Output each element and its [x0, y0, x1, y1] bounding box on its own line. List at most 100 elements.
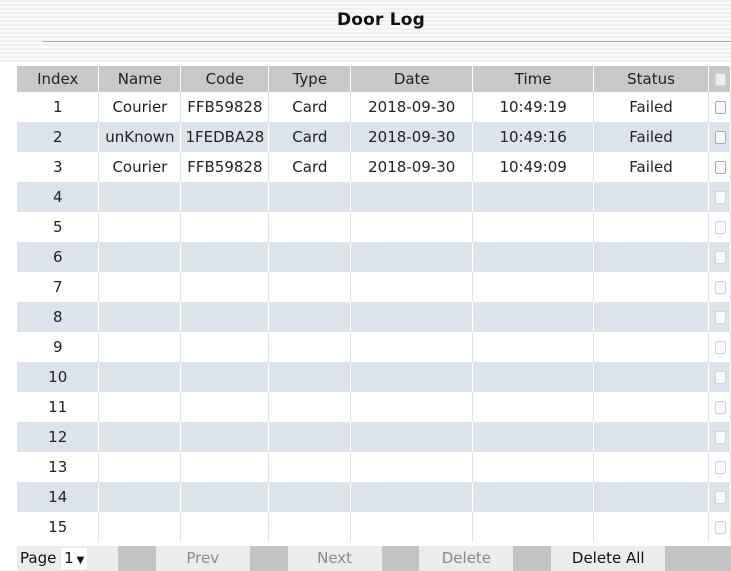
table-row[interactable]: 13 [17, 452, 731, 482]
cell-code [180, 482, 270, 512]
cell-date [350, 362, 474, 392]
row-select-cell [708, 482, 731, 512]
cell-time: 10:49:19 [472, 92, 595, 122]
row-checkbox[interactable] [714, 311, 726, 324]
cell-time [472, 242, 595, 272]
cell-date [350, 182, 474, 212]
table-row[interactable]: 1 Courier FFB59828 Card 2018-09-30 10:49:19 Fa… [17, 92, 731, 122]
title-divider [42, 41, 731, 42]
cell-status [593, 242, 709, 272]
cell-code: FFB59828 [180, 92, 270, 122]
cell-code [180, 302, 270, 332]
cell-status [593, 482, 709, 512]
cell-time [472, 482, 595, 512]
table-row[interactable]: 14 [17, 482, 731, 512]
cell-status [593, 422, 709, 452]
cell-index: 1 [17, 92, 100, 122]
cell-time [472, 452, 595, 482]
cell-code [180, 242, 270, 272]
select-all-checkbox[interactable] [714, 73, 726, 86]
row-checkbox[interactable] [714, 281, 726, 294]
table-row[interactable]: 15 [17, 512, 731, 542]
row-checkbox[interactable] [714, 221, 726, 234]
row-checkbox[interactable] [714, 371, 726, 384]
column-header-date[interactable]: Date [350, 66, 474, 92]
row-checkbox[interactable] [714, 401, 726, 414]
cell-status [593, 182, 709, 212]
cell-code: FFB59828 [180, 152, 270, 182]
table-row[interactable]: 2 unKnown 1FEDBA28 Card 2018-09-30 10:49:16 Fa… [17, 122, 731, 152]
table-row[interactable]: 3 Courier FFB59828 Card 2018-09-30 10:49:09 Fa… [17, 152, 731, 182]
row-checkbox[interactable] [714, 491, 726, 504]
cell-name [98, 362, 182, 392]
cell-type [268, 452, 352, 482]
table-row[interactable]: 11 [17, 392, 731, 422]
row-select-cell [708, 182, 731, 212]
cell-code [180, 452, 270, 482]
column-header-name[interactable]: Name [98, 66, 182, 92]
row-select-cell [708, 92, 731, 122]
cell-time [472, 362, 595, 392]
cell-type [268, 302, 352, 332]
row-select-cell [708, 242, 731, 272]
cell-name [98, 422, 182, 452]
cell-time [472, 302, 595, 332]
table-row[interactable]: 4 [17, 182, 731, 212]
cell-name: Courier [98, 152, 182, 182]
row-checkbox[interactable] [714, 431, 726, 444]
delete-all-button[interactable]: Delete All [551, 546, 666, 571]
footer-spacer [117, 546, 156, 571]
cell-status: Failed [593, 152, 709, 182]
cell-type [268, 212, 352, 242]
cell-name [98, 302, 182, 332]
table-row[interactable]: 6 [17, 242, 731, 272]
row-checkbox[interactable] [714, 521, 726, 534]
column-header-index[interactable]: Index [17, 66, 100, 92]
column-header-status[interactable]: Status [593, 66, 709, 92]
delete-button[interactable]: Delete [419, 546, 514, 571]
cell-name: unKnown [98, 122, 182, 152]
cell-type [268, 362, 352, 392]
table-row[interactable]: 7 [17, 272, 731, 302]
table-row[interactable]: 8 [17, 302, 731, 332]
cell-index: 10 [17, 362, 100, 392]
next-button[interactable]: Next [287, 546, 382, 571]
table-row[interactable]: 10 [17, 362, 731, 392]
row-checkbox[interactable] [714, 251, 726, 264]
table-header-row: Index Name Code Type Date Time Status [17, 66, 731, 92]
cell-type [268, 392, 352, 422]
row-checkbox[interactable] [714, 131, 726, 144]
cell-index: 2 [17, 122, 100, 152]
prev-button[interactable]: Prev [155, 546, 250, 571]
row-select-cell [708, 302, 731, 332]
row-checkbox[interactable] [714, 101, 726, 114]
column-header-type[interactable]: Type [268, 66, 352, 92]
cell-code [180, 422, 270, 452]
table-row[interactable]: 5 [17, 212, 731, 242]
column-header-code[interactable]: Code [180, 66, 270, 92]
row-checkbox[interactable] [714, 161, 726, 174]
table-row[interactable]: 9 [17, 332, 731, 362]
row-checkbox[interactable] [714, 341, 726, 354]
cell-index: 8 [17, 302, 100, 332]
cell-type: Card [268, 92, 352, 122]
page-selector: Page 1 ▼ [17, 546, 118, 571]
cell-date [350, 422, 474, 452]
cell-date [350, 272, 474, 302]
cell-code [180, 362, 270, 392]
page-select[interactable]: 1 ▼ [61, 548, 88, 569]
cell-name [98, 242, 182, 272]
cell-name [98, 482, 182, 512]
pagination-bar: Page 1 ▼ Prev Next Delete Delete All [17, 546, 731, 571]
cell-code [180, 212, 270, 242]
column-header-time[interactable]: Time [472, 66, 595, 92]
row-select-cell [708, 272, 731, 302]
cell-date [350, 452, 474, 482]
row-checkbox[interactable] [714, 191, 726, 204]
table-row[interactable]: 12 [17, 422, 731, 452]
row-select-cell [708, 512, 731, 542]
footer-spacer [249, 546, 288, 571]
row-checkbox[interactable] [714, 461, 726, 474]
cell-type [268, 332, 352, 362]
row-select-cell [708, 122, 731, 152]
